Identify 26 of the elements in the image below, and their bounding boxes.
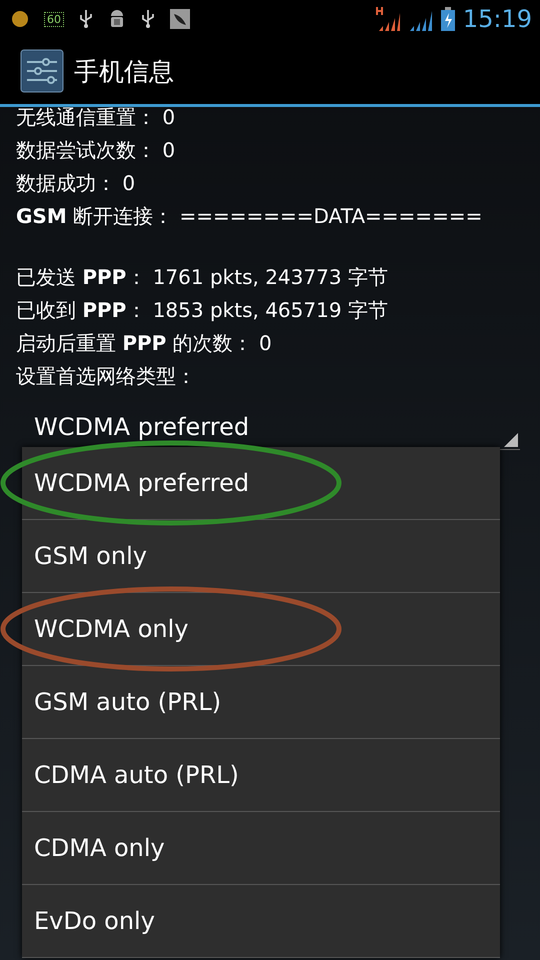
menu-option[interactable]: GSM only	[22, 520, 500, 593]
info-line: 无线通信重置： 0	[16, 104, 176, 131]
battery-icon	[440, 7, 455, 31]
info-line: 数据成功： 0	[16, 170, 136, 197]
screen-title: 手机信息	[74, 56, 174, 88]
usb-icon	[140, 9, 156, 29]
menu-option[interactable]: GSM auto (PRL)	[22, 666, 500, 739]
info-line: 数据尝试次数： 0	[16, 137, 176, 164]
fps-badge: 60	[44, 12, 64, 26]
info-line: 已收到 PPP： 1853 pkts, 465719 字节	[16, 297, 389, 324]
android-icon	[108, 8, 126, 30]
usb-icon	[78, 9, 94, 29]
notification-dot-icon	[10, 9, 30, 29]
info-line: GSM 断开连接： ========DATA=======	[16, 203, 484, 230]
menu-option[interactable]: WCDMA only	[22, 593, 500, 666]
menu-option[interactable]: CDMA only	[22, 812, 500, 885]
menu-option[interactable]: WCDMA preferred	[22, 447, 500, 520]
menu-option[interactable]: EvDo only	[22, 885, 500, 958]
info-line: 设置首选网络类型：	[16, 363, 197, 390]
menu-option[interactable]: CDMA auto (PRL)	[22, 739, 500, 812]
settings-sliders-icon	[20, 49, 64, 93]
info-line: 启动后重置 PPP 的次数： 0	[16, 330, 273, 357]
dropdown-triangle-icon	[504, 433, 518, 447]
info-line: 已发送 PPP： 1761 pkts, 243773 字节	[16, 264, 389, 291]
signal-icon	[374, 7, 401, 31]
clock-time: 15:19	[462, 5, 532, 33]
